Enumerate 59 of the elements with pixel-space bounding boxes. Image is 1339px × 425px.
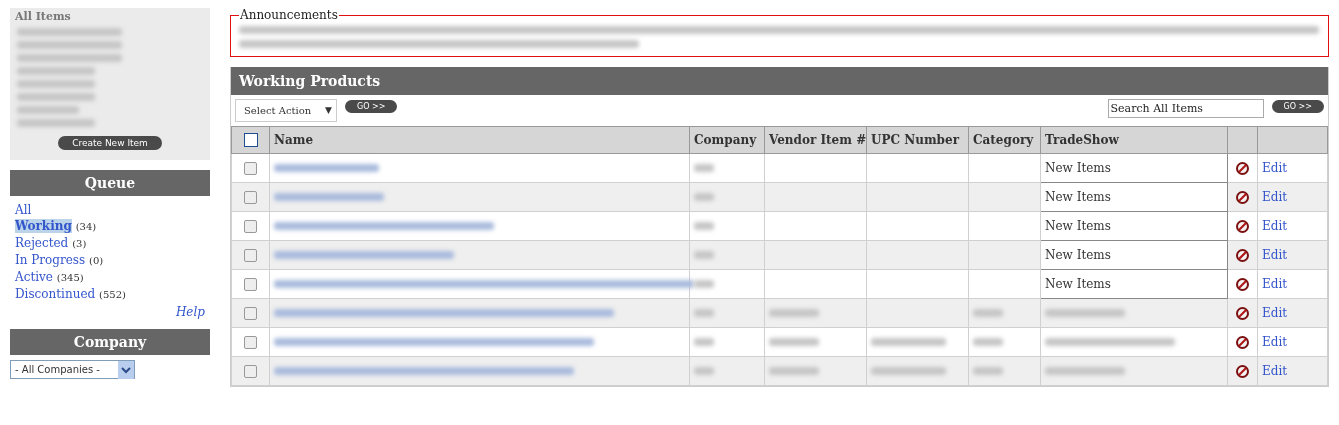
products-title: Working Products — [231, 67, 1328, 95]
prohibited-icon[interactable] — [1236, 364, 1249, 378]
all-items-title[interactable]: All Items — [15, 10, 205, 23]
column-header: Vendor Item # — [764, 126, 867, 154]
edit-link[interactable]: Edit — [1262, 248, 1288, 262]
queue-count: (0) — [89, 255, 104, 266]
tradeshow-cell: New Items — [1045, 219, 1111, 233]
row-checkbox[interactable] — [244, 364, 257, 378]
row-checkbox[interactable] — [244, 277, 257, 291]
queue-link[interactable]: Discontinued — [15, 287, 96, 301]
company-header: Company — [10, 329, 210, 355]
prohibited-icon[interactable] — [1236, 306, 1249, 320]
edit-link[interactable]: Edit — [1262, 277, 1288, 291]
queue-count: (552) — [99, 289, 126, 300]
go-button[interactable]: GO >> — [345, 100, 398, 113]
go-button[interactable]: GO >> — [1271, 100, 1324, 113]
edit-link[interactable]: Edit — [1262, 190, 1288, 204]
column-header: Company — [689, 126, 765, 154]
queue-link[interactable]: Rejected — [15, 236, 69, 250]
create-new-item-button[interactable]: Create New Item — [58, 136, 162, 150]
action-select[interactable]: Select Action ▼ — [235, 99, 337, 122]
prohibited-icon[interactable] — [1236, 161, 1249, 175]
prohibited-icon[interactable] — [1236, 219, 1249, 233]
tradeshow-cell: New Items — [1045, 161, 1111, 175]
queue-link[interactable]: All — [15, 203, 32, 217]
edit-link[interactable]: Edit — [1262, 306, 1288, 320]
edit-link[interactable]: Edit — [1262, 161, 1288, 175]
column-header: Name — [269, 126, 690, 154]
select-all-checkbox[interactable] — [243, 133, 258, 147]
queue-header: Queue — [10, 170, 210, 196]
queue-link[interactable]: Active — [15, 270, 53, 284]
column-header: TradeShow — [1040, 126, 1228, 154]
row-checkbox[interactable] — [244, 335, 257, 349]
edit-link[interactable]: Edit — [1262, 219, 1288, 233]
edit-link[interactable]: Edit — [1262, 335, 1288, 349]
queue-count: (345) — [56, 272, 84, 283]
prohibited-icon[interactable] — [1236, 248, 1249, 262]
row-checkbox[interactable] — [244, 190, 257, 204]
search-field[interactable]: Search All Items — [1107, 99, 1264, 118]
company-select[interactable]: - All Companies - — [10, 360, 135, 379]
tradeshow-cell: New Items — [1045, 277, 1111, 291]
column-header: UPC Number — [866, 126, 969, 154]
queue-count: (34) — [75, 221, 97, 232]
tradeshow-cell: New Items — [1045, 190, 1111, 204]
column-header: Category — [968, 126, 1041, 154]
prohibited-icon[interactable] — [1236, 277, 1249, 291]
row-checkbox[interactable] — [244, 306, 257, 320]
prohibited-icon[interactable] — [1236, 335, 1249, 349]
queue-count: (3) — [72, 238, 87, 249]
prohibited-icon[interactable] — [1236, 190, 1249, 204]
tradeshow-cell: New Items — [1045, 248, 1111, 262]
help-link[interactable]: Help — [175, 305, 205, 319]
queue-link[interactable]: Working — [15, 219, 72, 233]
row-checkbox[interactable] — [244, 161, 257, 175]
queue-link[interactable]: In Progress — [15, 253, 86, 267]
row-checkbox[interactable] — [244, 248, 257, 262]
edit-link[interactable]: Edit — [1262, 364, 1288, 378]
row-checkbox[interactable] — [244, 219, 257, 233]
announcements-title: Announcements — [239, 8, 339, 22]
